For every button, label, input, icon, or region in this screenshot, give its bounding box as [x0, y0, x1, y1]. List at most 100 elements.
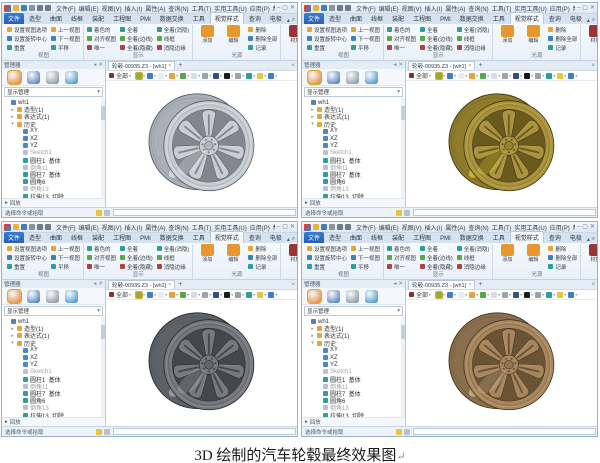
ribbon-tab-6[interactable]: 数据交换 [156, 232, 188, 243]
ribbon-button[interactable]: 删除全部 [548, 35, 577, 43]
ribbon-tab-10[interactable]: 电极 [566, 13, 586, 24]
collapse-panel-icon[interactable]: ◂ [394, 281, 397, 287]
tree-item[interactable]: ▸ 表达式(1) [304, 113, 401, 121]
ribbon-tab-9[interactable]: 查询 [245, 232, 265, 243]
redo-icon[interactable] [345, 224, 351, 230]
view-glasses-icon[interactable] [346, 289, 359, 303]
close-panel-icon[interactable]: ✕ [398, 62, 403, 68]
tree-item[interactable]: 拉伸13_切除 [304, 192, 401, 198]
tree-item[interactable]: YZ [4, 142, 101, 149]
echo-icon[interactable] [404, 428, 410, 435]
ribbon-button[interactable]: 记录 [548, 263, 577, 271]
ribbon-button[interactable]: 记录 [548, 44, 577, 52]
tree-item[interactable]: ▸ 表达式(1) [4, 332, 101, 340]
undo-icon[interactable] [37, 5, 43, 11]
tree-item[interactable]: Sketch1 [4, 368, 101, 375]
tree-item[interactable]: XZ [304, 135, 401, 142]
tree-scrollbar[interactable] [401, 98, 405, 198]
tree-item[interactable]: 圆柱7_基体 [304, 171, 401, 178]
open-icon[interactable] [329, 5, 335, 11]
tree-item[interactable]: wh1 [304, 318, 401, 325]
tree-filter-dropdown[interactable]: 显示管理 ▾ [4, 87, 103, 97]
tree-item[interactable]: ▾ 历史 [4, 121, 101, 128]
ribbon-button[interactable]: 平移 [51, 44, 80, 52]
edit-pencil-icon[interactable] [502, 72, 509, 79]
tree-item[interactable]: XZ [4, 135, 101, 142]
search-icon[interactable]: ⌕ [292, 236, 295, 243]
ribbon-button[interactable]: 删除全部 [248, 35, 277, 43]
ribbon-tab-file[interactable]: 文件 [304, 232, 325, 243]
ribbon-tab-3[interactable]: 装配 [388, 232, 408, 243]
document-tab[interactable]: 轮毂-00935.Z3 - [wh1] × [408, 280, 476, 289]
wireframe-icon[interactable] [458, 72, 465, 79]
ribbon-tab-file[interactable]: 文件 [4, 232, 25, 243]
edit-pencil-icon[interactable] [202, 291, 209, 298]
ribbon-button[interactable]: 重置 [307, 263, 347, 271]
ribbon-button[interactable]: 设置旋转中心 [7, 35, 47, 43]
layer-sphere-icon[interactable] [65, 289, 78, 303]
visual-style-globe-icon[interactable] [307, 288, 322, 304]
tree-item[interactable]: 圆柱7_基体 [304, 390, 401, 397]
ribbon-big-button[interactable]: 添加 [496, 244, 518, 271]
ribbon-button[interactable]: 上一视图 [51, 26, 80, 34]
model-canvas[interactable] [406, 81, 597, 207]
tree-item[interactable]: ▸ 表达式(1) [4, 113, 101, 121]
tree-item[interactable]: 倒角13 [4, 404, 101, 411]
tree-item[interactable]: XY [4, 128, 101, 135]
ribbon-collapse-icon[interactable]: ▴ [287, 17, 290, 24]
ribbon-button[interactable]: 唯一 [387, 263, 416, 271]
tree-item[interactable]: YZ [4, 361, 101, 368]
document-tab[interactable]: 轮毂-00935.Z3 - [wh1] × [108, 61, 176, 70]
tree-filter-dropdown[interactable]: 显示管理 ▾ [304, 306, 403, 316]
ribbon-tab-8[interactable]: 视觉样式 [209, 231, 244, 243]
new-icon[interactable] [313, 5, 319, 11]
section-frame-icon[interactable] [491, 291, 498, 298]
tree-item[interactable]: 圆角6 [4, 178, 101, 185]
ribbon-button[interactable]: 全着(隐藏) [420, 44, 453, 52]
shade-mode-icon[interactable] [435, 71, 444, 80]
ribbon-tab-1[interactable]: 曲面 [346, 232, 366, 243]
ribbon-button[interactable]: 平移 [51, 263, 80, 271]
wireframe-icon[interactable] [158, 72, 165, 79]
command-input[interactable] [113, 428, 296, 435]
ribbon-tab-6[interactable]: 数据交换 [156, 13, 188, 24]
save-icon[interactable] [321, 224, 327, 230]
ribbon-button[interactable]: 下一视图 [351, 254, 380, 262]
undo-icon[interactable] [337, 224, 343, 230]
close-panel-icon[interactable]: ✕ [98, 62, 103, 68]
ribbon-collapse-icon[interactable]: ▴ [587, 236, 590, 243]
tree-item[interactable]: 圆角6 [4, 397, 101, 404]
material-cube-icon[interactable] [180, 72, 187, 79]
ribbon-button[interactable]: 全着(边线) [120, 254, 153, 262]
help-icon[interactable]: ? [597, 236, 598, 243]
ribbon-button[interactable]: 着色的 [87, 26, 116, 34]
ribbon-big-button[interactable]: 材质 [584, 244, 597, 271]
ribbon-button[interactable]: 上一视图 [51, 245, 80, 253]
ribbon-button[interactable]: 全着(边线) [120, 35, 153, 43]
view-glasses-icon[interactable] [46, 70, 59, 84]
ribbon-tab-5[interactable]: PMI [136, 235, 155, 243]
ribbon-tab-1[interactable]: 曲面 [46, 13, 66, 24]
tree-item[interactable]: 圆角6 [304, 178, 401, 185]
black-swatch-icon[interactable] [224, 72, 231, 79]
ribbon-tab-7[interactable]: 工具 [189, 232, 209, 243]
ribbon-big-button[interactable]: 编辑 [522, 25, 544, 52]
save-icon[interactable] [321, 5, 327, 11]
close-document-icon[interactable]: × [591, 63, 595, 69]
ribbon-tab-2[interactable]: 线框 [67, 232, 87, 243]
ribbon-button[interactable]: 消隐边缘 [156, 44, 190, 52]
ribbon-button[interactable]: 对齐视图 [387, 35, 416, 43]
teal-style-icon[interactable] [546, 72, 553, 79]
ribbon-tab-0[interactable]: 造型 [25, 13, 45, 24]
ribbon-button[interactable]: 记录 [248, 44, 277, 52]
teal-style-icon[interactable] [246, 72, 253, 79]
ribbon-tab-0[interactable]: 造型 [25, 232, 45, 243]
command-input[interactable] [413, 209, 596, 216]
black-swatch-icon[interactable] [224, 291, 231, 298]
ribbon-button[interactable]: 唯一 [87, 263, 116, 271]
minimize-icon[interactable]: – [577, 5, 580, 12]
tree-item[interactable]: 圆柱1_基体 [4, 376, 101, 383]
ribbon-button[interactable]: 下一视图 [51, 35, 80, 43]
entity-filter[interactable]: 全部 ▾ [109, 290, 131, 299]
ribbon-tab-file[interactable]: 文件 [4, 13, 25, 24]
